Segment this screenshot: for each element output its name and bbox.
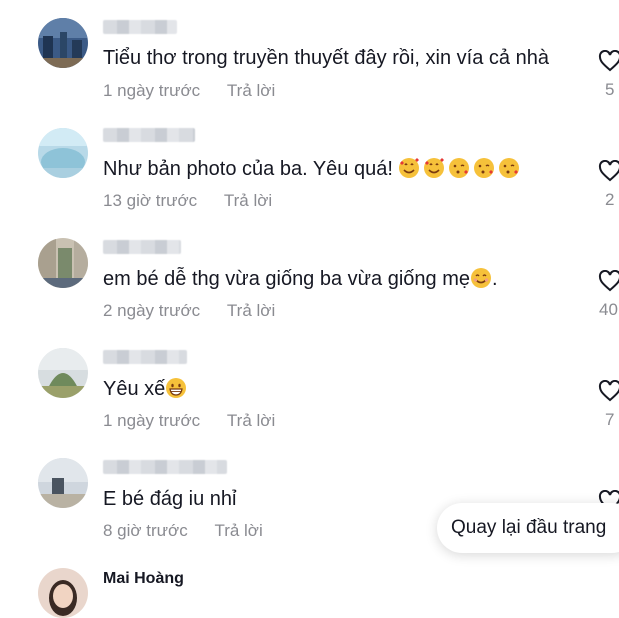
comment-text: Yêu xế xyxy=(103,376,190,402)
heart-outline-icon xyxy=(598,160,619,182)
comment-meta: 1 ngày trước Trả lời xyxy=(103,81,275,101)
avatar-image xyxy=(38,568,88,618)
reply-button[interactable]: Trả lời xyxy=(214,521,262,540)
comment-text: E bé đág iu nhỉ xyxy=(103,488,237,510)
reply-button[interactable]: Trả lời xyxy=(227,411,275,430)
username-blurred xyxy=(103,460,227,474)
heart-outline-icon xyxy=(598,380,619,402)
username-blurred xyxy=(103,240,181,254)
back-to-top-label: Quay lại đầu trang xyxy=(451,517,607,538)
comment-meta: 8 giờ trước Trả lời xyxy=(103,521,263,541)
face-blowing-kiss-icon xyxy=(499,158,520,178)
avatar[interactable] xyxy=(38,238,88,288)
face-blowing-kiss-icon xyxy=(474,158,495,178)
comment-text: em bé dễ thg vừa giống ba vừa giống mẹ. xyxy=(103,268,498,290)
avatar-image xyxy=(38,238,88,288)
reply-button[interactable]: Trả lời xyxy=(227,81,275,100)
smiling-face-with-smiling-eyes-icon xyxy=(471,268,492,288)
grinning-face-icon xyxy=(166,378,187,398)
avatar[interactable] xyxy=(38,128,88,178)
comment-text: Tiểu thơ trong truyền thuyết đây rồi, xi… xyxy=(103,47,549,69)
like-count: 40 xyxy=(599,300,618,319)
like-count: 2 xyxy=(605,190,615,209)
reply-button[interactable]: Trả lời xyxy=(224,191,272,210)
heart-outline-icon xyxy=(598,270,619,292)
comment-time: 8 giờ trước xyxy=(103,521,188,540)
comment-meta: 1 ngày trước Trả lời xyxy=(103,411,275,431)
like-button[interactable] xyxy=(598,50,619,72)
avatar-image xyxy=(38,18,88,68)
comment-meta: 2 ngày trước Trả lời xyxy=(103,301,275,321)
username-blurred xyxy=(103,350,187,364)
comment-text: Như bản photo của ba. Yêu quá! xyxy=(103,156,523,182)
comment-time: 1 ngày trước xyxy=(103,411,201,430)
comment-meta: 13 giờ trước Trả lời xyxy=(103,191,272,211)
avatar-image xyxy=(38,128,88,178)
avatar-image xyxy=(38,348,88,398)
comment-time: 1 ngày trước xyxy=(103,81,201,100)
smiling-face-with-hearts-icon xyxy=(424,158,445,178)
avatar[interactable] xyxy=(38,18,88,68)
avatar[interactable] xyxy=(38,458,88,508)
avatar[interactable] xyxy=(38,348,88,398)
avatar-image xyxy=(38,458,88,508)
username[interactable]: Mai Hoàng xyxy=(103,570,184,588)
like-button[interactable] xyxy=(598,380,619,402)
avatar[interactable] xyxy=(38,568,88,618)
comment-time: 13 giờ trước xyxy=(103,191,198,210)
like-button[interactable] xyxy=(598,270,619,292)
username-blurred xyxy=(103,128,195,142)
like-count: 7 xyxy=(605,410,615,429)
back-to-top-button[interactable]: Quay lại đầu trang xyxy=(437,503,619,553)
comment-time: 2 ngày trước xyxy=(103,301,201,320)
face-blowing-kiss-icon xyxy=(449,158,470,178)
username-blurred xyxy=(103,20,177,34)
heart-outline-icon xyxy=(598,50,619,72)
reply-button[interactable]: Trả lời xyxy=(227,301,275,320)
smiling-face-with-hearts-icon xyxy=(399,158,420,178)
like-button[interactable] xyxy=(598,160,619,182)
like-count: 5 xyxy=(605,80,615,99)
